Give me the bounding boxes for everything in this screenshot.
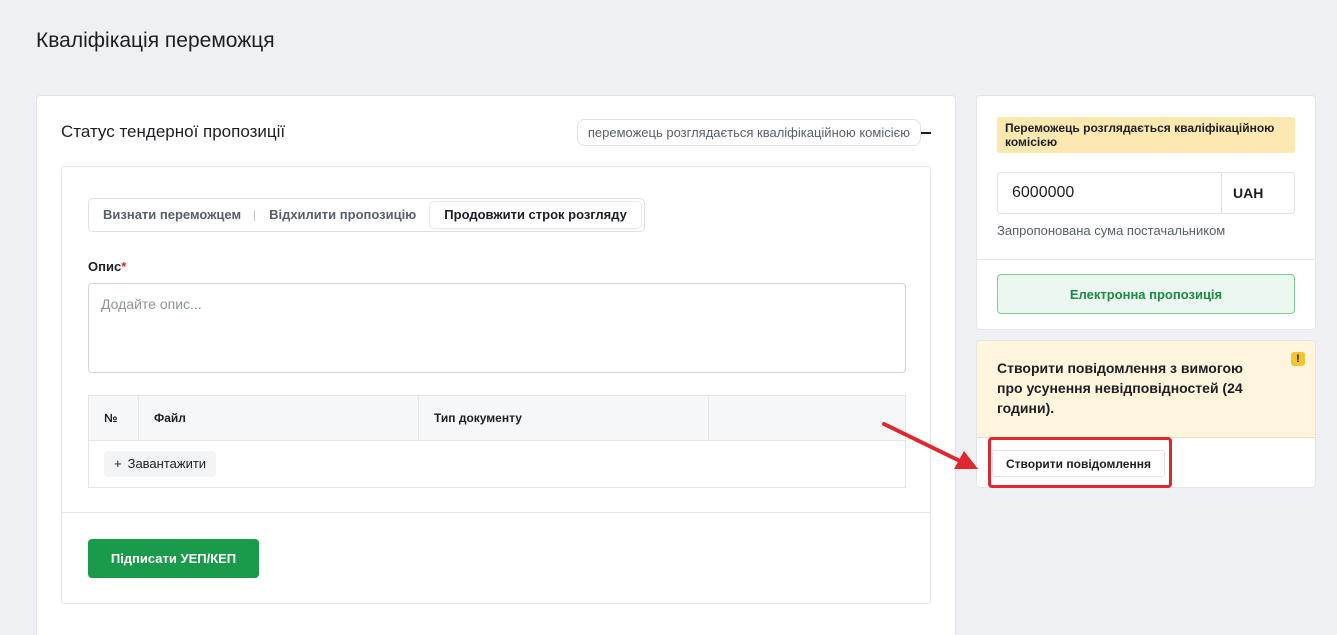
tab-extend-review[interactable]: Продовжити строк розгляду bbox=[430, 202, 641, 228]
sign-button[interactable]: Підписати УЕП/КЕП bbox=[88, 539, 259, 578]
tender-status-card: Статус тендерної пропозиції переможець р… bbox=[36, 95, 956, 635]
upload-button[interactable]: + Завантажити bbox=[104, 451, 217, 477]
description-label-text: Опис bbox=[88, 259, 122, 274]
qualification-warning-badge: Переможець розглядається кваліфікаційною… bbox=[997, 117, 1295, 153]
currency-label: UAH bbox=[1221, 173, 1294, 213]
column-file: Файл bbox=[139, 396, 419, 440]
amount-hint: Запропонована сума постачальником bbox=[997, 223, 1226, 238]
description-label: Опис* bbox=[88, 259, 126, 274]
plus-icon: + bbox=[114, 456, 122, 471]
column-number: № bbox=[89, 396, 139, 440]
decision-form: Визнати переможцем Відхилити пропозицію … bbox=[61, 166, 931, 604]
notification-card: Створити повідомлення з вимогою про усун… bbox=[976, 340, 1316, 488]
exclamation-icon: ! bbox=[1291, 352, 1305, 366]
column-doc-type: Тип документу bbox=[419, 396, 709, 440]
page-title: Кваліфікація переможця bbox=[36, 29, 275, 52]
column-actions bbox=[709, 396, 905, 440]
description-input[interactable] bbox=[88, 283, 906, 373]
status-badge: переможець розглядається кваліфікаційною… bbox=[576, 119, 921, 146]
upload-label: Завантажити bbox=[127, 456, 207, 471]
table-header: № Файл Тип документу bbox=[89, 396, 905, 441]
divider bbox=[62, 512, 930, 513]
required-mark: * bbox=[121, 259, 127, 274]
tab-accept-winner[interactable]: Визнати переможцем bbox=[89, 202, 256, 228]
amount-field: UAH bbox=[997, 172, 1295, 214]
divider bbox=[977, 259, 1315, 260]
files-table: № Файл Тип документу + Завантажити bbox=[88, 395, 906, 488]
card-title: Статус тендерної пропозиції bbox=[61, 122, 286, 141]
electronic-offer-button[interactable]: Електронна пропозиція bbox=[997, 274, 1295, 314]
decision-tabs: Визнати переможцем Відхилити пропозицію … bbox=[88, 198, 645, 232]
notification-panel: Створити повідомлення з вимогою про усун… bbox=[977, 341, 1315, 438]
amount-input[interactable] bbox=[998, 173, 1221, 213]
tab-reject-offer[interactable]: Відхилити пропозицію bbox=[255, 202, 431, 228]
notification-text: Створити повідомлення з вимогою про усун… bbox=[997, 360, 1243, 416]
collapse-icon[interactable] bbox=[921, 132, 931, 134]
create-message-button[interactable]: Створити повідомлення bbox=[992, 450, 1165, 477]
offer-summary-card: Переможець розглядається кваліфікаційною… bbox=[976, 95, 1316, 330]
